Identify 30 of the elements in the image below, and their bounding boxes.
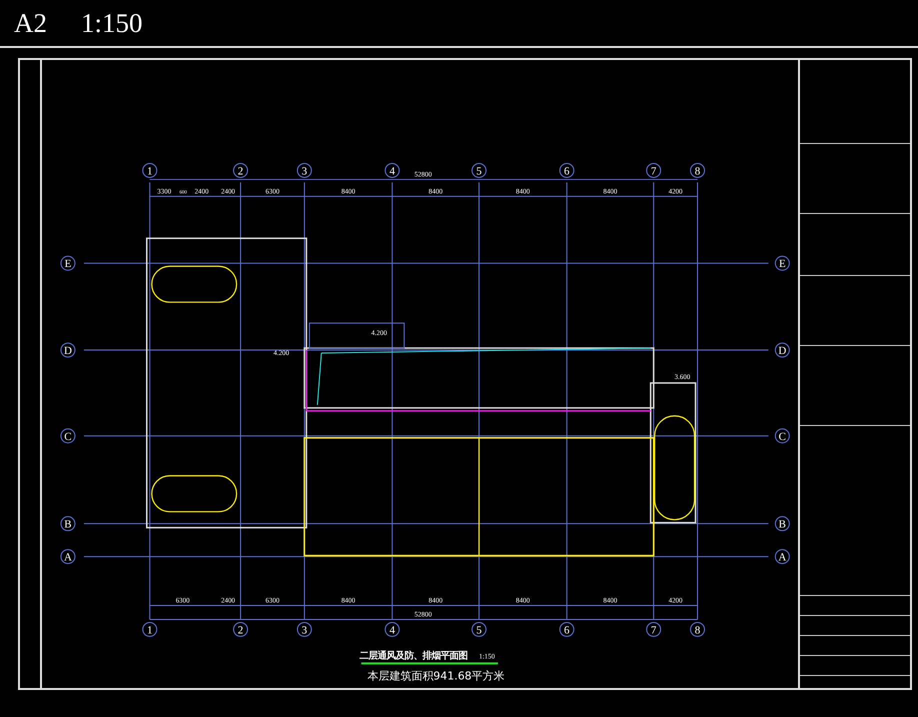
- axis-bubble: 1: [142, 162, 158, 178]
- axis-bubble: C: [60, 428, 76, 444]
- axis-bubble: 3: [296, 162, 312, 178]
- axis-bubble: 7: [646, 622, 662, 637]
- drawing-title: 二层通风及防、排烟平面图: [359, 650, 468, 662]
- axis-bubble: 4: [384, 162, 400, 178]
- axis-bubble: D: [774, 342, 790, 358]
- axis-bubble: 2: [233, 162, 248, 178]
- axis-bubble: 5: [471, 622, 486, 637]
- axis-bubble: 1: [142, 622, 158, 637]
- axis-bubble: B: [60, 516, 76, 532]
- axis-bubble: C: [774, 428, 790, 444]
- scale-label: 1:150: [81, 8, 143, 38]
- axis-bubble: 4: [384, 622, 400, 637]
- axis-bubble: 2: [233, 622, 248, 637]
- paper-size-label: A2: [14, 8, 47, 38]
- axis-bubble: E: [60, 256, 76, 271]
- axis-bubble: 5: [471, 162, 486, 178]
- axis-bubble: A: [774, 549, 790, 564]
- axis-bubble: 6: [559, 622, 574, 637]
- axis-bubble: 6: [559, 162, 574, 178]
- axis-bubble: 3: [296, 622, 312, 637]
- axis-bubble: 8: [690, 162, 705, 178]
- axis-bubble: D: [60, 342, 76, 358]
- axis-bubble: 7: [646, 162, 662, 178]
- axis-bubble: B: [774, 516, 790, 532]
- axis-bubble: E: [774, 256, 790, 271]
- axis-bubble: 8: [690, 622, 705, 637]
- floor-area-note: 本层建筑面积941.68平方米: [367, 669, 505, 682]
- axis-bubble: A: [60, 549, 76, 564]
